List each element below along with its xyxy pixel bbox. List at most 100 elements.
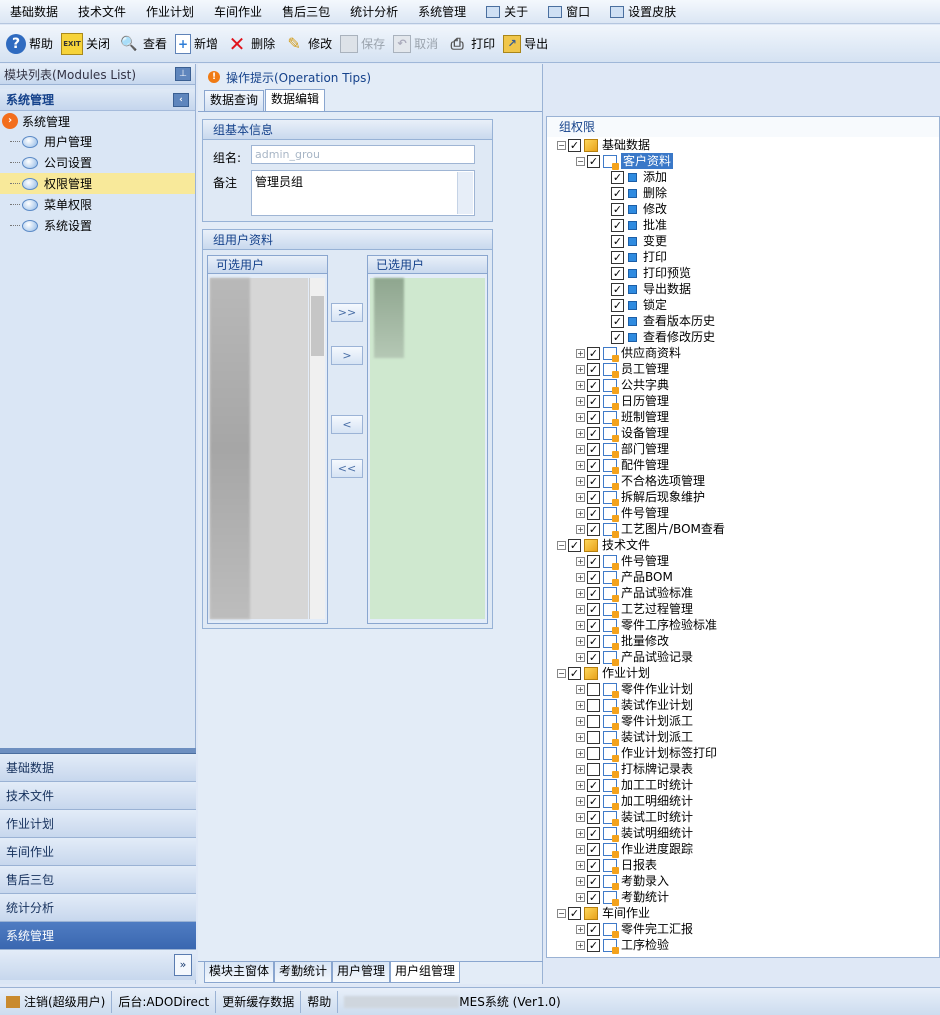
checkbox[interactable] bbox=[587, 714, 600, 728]
expand-toggle-icon[interactable]: + bbox=[576, 876, 585, 886]
perm-action[interactable]: ✓ 批准 bbox=[547, 217, 939, 233]
edit-button[interactable]: ✎ 修改 bbox=[280, 29, 337, 59]
checkbox[interactable]: ✓ bbox=[587, 442, 600, 456]
available-users-list[interactable]: 可选用户 bbox=[207, 255, 328, 624]
perm-group[interactable]: − ✓ 作业计划 bbox=[547, 665, 939, 681]
expand-toggle-icon[interactable]: + bbox=[576, 940, 585, 950]
perm-item[interactable]: + ✓ 工艺过程管理 bbox=[547, 601, 939, 618]
expand-toggle-icon[interactable]: + bbox=[576, 780, 585, 790]
expand-toggle-icon[interactable]: + bbox=[576, 796, 585, 806]
menu-statistics[interactable]: 统计分析 bbox=[340, 0, 408, 24]
operation-tips[interactable]: ! 操作提示(Operation Tips) bbox=[198, 64, 542, 90]
checkbox[interactable]: ✓ bbox=[611, 330, 624, 344]
nav-statistics[interactable]: 统计分析 bbox=[0, 894, 196, 922]
menu-about[interactable]: 关于 bbox=[476, 0, 538, 24]
perm-item[interactable]: + ✓ 装试工时统计 bbox=[547, 809, 939, 826]
checkbox[interactable]: ✓ bbox=[587, 938, 600, 952]
perm-group[interactable]: − ✓ 基础数据 bbox=[547, 137, 939, 153]
perm-item[interactable]: + ✓ 批量修改 bbox=[547, 633, 939, 650]
collapse-toggle-icon[interactable]: − bbox=[557, 668, 566, 678]
delete-button[interactable]: ✕ 删除 bbox=[223, 29, 280, 59]
remark-field[interactable]: 管理员组 bbox=[251, 170, 475, 216]
export-button[interactable]: ↗ 导出 bbox=[500, 29, 553, 59]
perm-action[interactable]: ✓ 变更 bbox=[547, 233, 939, 249]
checkbox[interactable]: ✓ bbox=[587, 458, 600, 472]
help-status[interactable]: 帮助 bbox=[301, 990, 339, 1013]
checkbox[interactable]: ✓ bbox=[611, 314, 624, 328]
expand-toggle-icon[interactable]: + bbox=[576, 396, 585, 406]
perm-item[interactable]: + ✓ 产品BOM bbox=[547, 569, 939, 586]
remove-one-button[interactable]: < bbox=[331, 415, 363, 434]
nav-after-sales[interactable]: 售后三包 bbox=[0, 866, 196, 894]
expand-toggle-icon[interactable]: + bbox=[576, 860, 585, 870]
perm-item[interactable]: + ✓ 日报表 bbox=[547, 857, 939, 874]
checkbox[interactable]: ✓ bbox=[587, 618, 600, 632]
expand-toggle-icon[interactable]: + bbox=[576, 892, 585, 902]
checkbox[interactable]: ✓ bbox=[611, 250, 624, 264]
checkbox[interactable] bbox=[587, 698, 600, 712]
view-button[interactable]: 🔍 查看 bbox=[115, 29, 172, 59]
perm-item[interactable]: + 装试计划派工 bbox=[547, 729, 939, 746]
checkbox[interactable]: ✓ bbox=[611, 218, 624, 232]
checkbox[interactable]: ✓ bbox=[587, 842, 600, 856]
perm-item[interactable]: + ✓ 员工管理 bbox=[547, 361, 939, 378]
expand-toggle-icon[interactable]: + bbox=[576, 716, 585, 726]
selected-users-list[interactable]: 已选用户 bbox=[367, 255, 488, 624]
expand-toggle-icon[interactable]: + bbox=[576, 380, 585, 390]
expand-toggle-icon[interactable]: + bbox=[576, 460, 585, 470]
tab-data-query[interactable]: 数据查询 bbox=[204, 90, 265, 111]
perm-item[interactable]: + ✓ 公共字典 bbox=[547, 377, 939, 394]
checkbox[interactable]: ✓ bbox=[587, 154, 600, 168]
checkbox[interactable]: ✓ bbox=[611, 186, 624, 200]
help-button[interactable]: ? 帮助 bbox=[3, 29, 58, 59]
collapse-toggle-icon[interactable]: − bbox=[557, 540, 566, 550]
perm-item[interactable]: + ✓ 供应商资料 bbox=[547, 345, 939, 362]
menu-basic-data[interactable]: 基础数据 bbox=[0, 0, 68, 24]
checkbox[interactable]: ✓ bbox=[587, 810, 600, 824]
tree-root-system[interactable]: › 系统管理 bbox=[0, 111, 195, 131]
expand-toggle-icon[interactable]: + bbox=[576, 588, 585, 598]
checkbox[interactable]: ✓ bbox=[568, 138, 581, 152]
add-button[interactable]: + 新增 bbox=[172, 29, 223, 59]
checkbox[interactable]: ✓ bbox=[587, 522, 600, 536]
expand-toggle-icon[interactable]: + bbox=[576, 764, 585, 774]
print-button[interactable]: ⎙ 打印 bbox=[443, 29, 500, 59]
expand-toggle-icon[interactable]: + bbox=[576, 732, 585, 742]
menu-workshop[interactable]: 车间作业 bbox=[204, 0, 272, 24]
expand-toggle-icon[interactable]: + bbox=[576, 412, 585, 422]
wtab-main[interactable]: 模块主窗体 bbox=[204, 962, 275, 983]
tree-item-menu-perm[interactable]: 菜单权限 bbox=[0, 194, 195, 215]
refresh-cache-status[interactable]: 更新缓存数据 bbox=[216, 990, 302, 1013]
perm-item[interactable]: + ✓ 零件工序检验标准 bbox=[547, 617, 939, 634]
tree-item-settings[interactable]: 系统设置 bbox=[0, 215, 195, 236]
perm-item[interactable]: + ✓ 考勤统计 bbox=[547, 889, 939, 906]
expand-toggle-icon[interactable]: + bbox=[576, 556, 585, 566]
save-button[interactable]: 保存 bbox=[337, 29, 390, 59]
checkbox[interactable]: ✓ bbox=[587, 554, 600, 568]
perm-item[interactable]: + ✓ 设备管理 bbox=[547, 425, 939, 442]
checkbox[interactable]: ✓ bbox=[587, 634, 600, 648]
checkbox[interactable]: ✓ bbox=[568, 666, 581, 680]
cancel-button[interactable]: ↶ 取消 bbox=[390, 29, 443, 59]
perm-action[interactable]: ✓ 查看修改历史 bbox=[547, 329, 939, 345]
checkbox[interactable]: ✓ bbox=[611, 170, 624, 184]
perm-item[interactable]: + ✓ 工艺图片/BOM查看 bbox=[547, 521, 939, 538]
nav-basic-data[interactable]: 基础数据 bbox=[0, 754, 196, 782]
perm-item[interactable]: + ✓ 日历管理 bbox=[547, 393, 939, 410]
tab-data-edit[interactable]: 数据编辑 bbox=[265, 89, 326, 111]
perm-action[interactable]: ✓ 导出数据 bbox=[547, 281, 939, 297]
checkbox[interactable]: ✓ bbox=[611, 266, 624, 280]
perm-item[interactable]: + ✓ 产品试验记录 bbox=[547, 649, 939, 666]
add-one-button[interactable]: > bbox=[331, 346, 363, 365]
nav-system[interactable]: 系统管理 bbox=[0, 922, 196, 950]
perm-action[interactable]: ✓ 打印 bbox=[547, 249, 939, 265]
perm-item[interactable]: + ✓ 加工工时统计 bbox=[547, 777, 939, 794]
perm-item[interactable]: + ✓ 作业进度跟踪 bbox=[547, 841, 939, 858]
expand-toggle-icon[interactable]: + bbox=[576, 524, 585, 534]
menu-system[interactable]: 系统管理 bbox=[408, 0, 476, 24]
logout-status[interactable]: 注销(超级用户) bbox=[0, 990, 113, 1013]
wtab-attendance[interactable]: 考勤统计 bbox=[274, 962, 333, 983]
checkbox[interactable] bbox=[587, 682, 600, 696]
perm-item[interactable]: + ✓ 件号管理 bbox=[547, 505, 939, 522]
wtab-group-mgmt[interactable]: 用户组管理 bbox=[390, 962, 461, 983]
